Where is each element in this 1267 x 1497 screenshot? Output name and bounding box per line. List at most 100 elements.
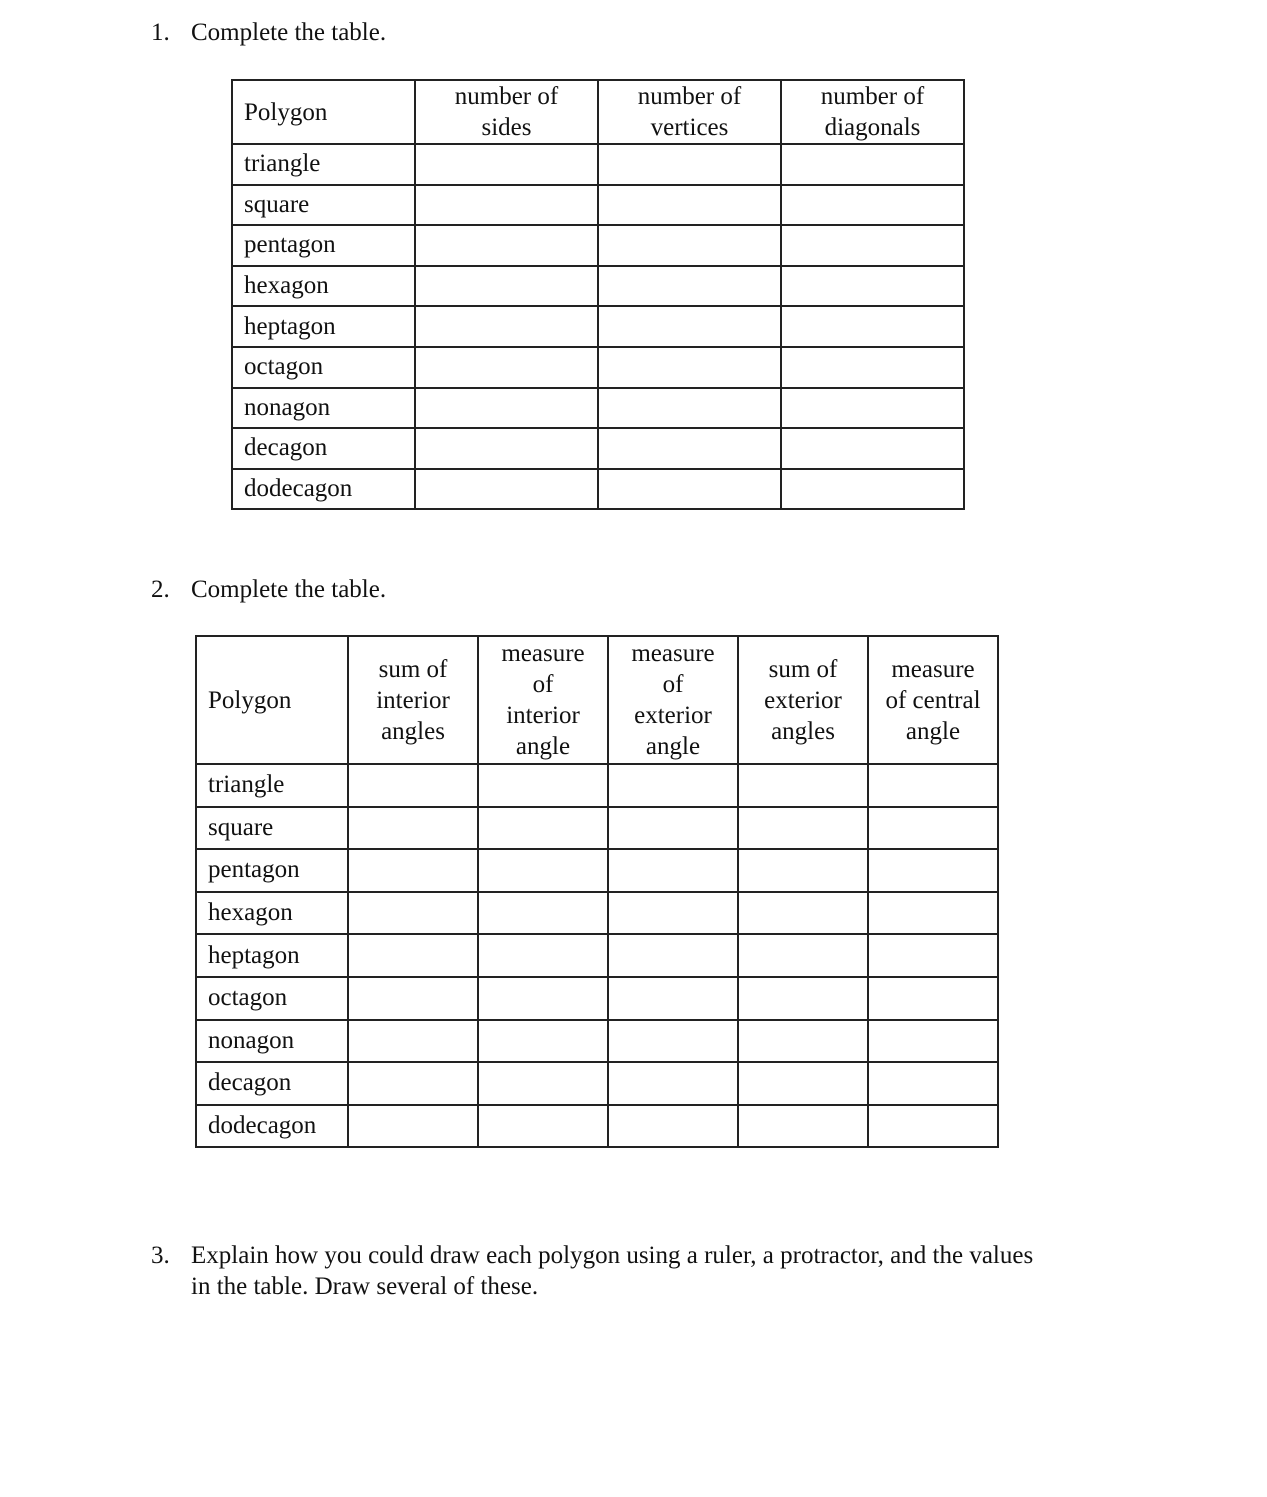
answer-cell[interactable]	[780, 386, 965, 430]
answer-cell[interactable]	[737, 763, 869, 808]
table-row: octagon	[231, 345, 965, 389]
answer-cell[interactable]	[780, 305, 965, 348]
answer-cell[interactable]	[347, 890, 479, 936]
answer-cell[interactable]	[414, 427, 599, 470]
header-line: number of	[637, 83, 742, 110]
table-row: octagon	[195, 975, 999, 1021]
answer-cell[interactable]	[347, 933, 479, 978]
answer-cell[interactable]	[737, 1103, 869, 1149]
answer-cell[interactable]	[867, 1061, 999, 1106]
answer-cell[interactable]	[414, 264, 599, 308]
header-row: Polygon number of sides number of vertices nu…	[231, 79, 965, 145]
header-line: of central	[885, 686, 981, 714]
answer-cell[interactable]	[347, 763, 479, 808]
answer-cell[interactable]	[867, 805, 999, 851]
answer-cell[interactable]	[414, 224, 599, 267]
table-row: dodecagon	[195, 1103, 999, 1149]
answer-cell[interactable]	[477, 890, 609, 936]
answer-cell[interactable]	[737, 1061, 869, 1106]
table-row: pentagon	[231, 224, 965, 267]
column-header: number of sides	[414, 79, 599, 145]
answer-cell[interactable]	[597, 305, 782, 348]
column-header: measure of central angle	[867, 635, 999, 765]
polygon-name: decagon	[195, 1061, 349, 1106]
answer-cell[interactable]	[607, 975, 739, 1021]
answer-cell[interactable]	[414, 386, 599, 430]
answer-cell[interactable]	[347, 975, 479, 1021]
answer-cell[interactable]	[867, 975, 999, 1021]
answer-cell[interactable]	[477, 763, 609, 808]
answer-cell[interactable]	[737, 805, 869, 851]
column-header: sum of interior angles	[347, 635, 479, 765]
answer-cell[interactable]	[737, 975, 869, 1021]
answer-cell[interactable]	[607, 890, 739, 936]
answer-cell[interactable]	[414, 467, 599, 511]
table-row: pentagon	[195, 848, 999, 893]
answer-cell[interactable]	[414, 183, 599, 227]
header-line: measure	[501, 640, 585, 667]
answer-cell[interactable]	[597, 183, 782, 227]
answer-cell[interactable]	[607, 1018, 739, 1064]
answer-cell[interactable]	[347, 1061, 479, 1106]
answer-cell[interactable]	[780, 264, 965, 308]
answer-cell[interactable]	[597, 143, 782, 186]
polygon-name: hexagon	[195, 890, 349, 936]
answer-cell[interactable]	[597, 427, 782, 470]
polygon-name: square	[195, 805, 349, 851]
header-line: of	[662, 671, 684, 698]
answer-cell[interactable]	[477, 933, 609, 978]
answer-cell[interactable]	[477, 1061, 609, 1106]
answer-cell[interactable]	[737, 933, 869, 978]
answer-cell[interactable]	[867, 933, 999, 978]
answer-cell[interactable]	[737, 848, 869, 893]
polygon-name: hexagon	[231, 264, 416, 308]
answer-cell[interactable]	[607, 848, 739, 893]
answer-cell[interactable]	[597, 224, 782, 267]
answer-cell[interactable]	[347, 1018, 479, 1064]
answer-cell[interactable]	[477, 1103, 609, 1149]
answer-cell[interactable]	[347, 1103, 479, 1149]
answer-cell[interactable]	[780, 427, 965, 470]
header-polygon: Polygon	[231, 79, 416, 145]
polygon-angles-table: Polygon sum of interior angles measure of inte…	[195, 635, 999, 1149]
polygon-name: square	[231, 183, 416, 227]
polygon-name: nonagon	[195, 1018, 349, 1064]
answer-cell[interactable]	[477, 1018, 609, 1064]
answer-cell[interactable]	[597, 345, 782, 389]
answer-cell[interactable]	[607, 763, 739, 808]
answer-cell[interactable]	[780, 345, 965, 389]
answer-cell[interactable]	[867, 763, 999, 808]
answer-cell[interactable]	[414, 305, 599, 348]
answer-cell[interactable]	[477, 805, 609, 851]
answer-cell[interactable]	[597, 264, 782, 308]
answer-cell[interactable]	[607, 805, 739, 851]
answer-cell[interactable]	[867, 848, 999, 893]
answer-cell[interactable]	[607, 933, 739, 978]
answer-cell[interactable]	[414, 143, 599, 186]
header-line: sum of	[378, 655, 448, 683]
answer-cell[interactable]	[780, 143, 965, 186]
answer-cell[interactable]	[597, 386, 782, 430]
answer-cell[interactable]	[607, 1061, 739, 1106]
answer-cell[interactable]	[414, 345, 599, 389]
answer-cell[interactable]	[347, 805, 479, 851]
answer-cell[interactable]	[597, 467, 782, 511]
polygon-name: heptagon	[231, 305, 416, 348]
question-number: 1.	[151, 19, 170, 46]
answer-cell[interactable]	[780, 224, 965, 267]
answer-cell[interactable]	[867, 890, 999, 936]
answer-cell[interactable]	[867, 1018, 999, 1064]
table-row: heptagon	[195, 933, 999, 978]
header-line: number of	[820, 83, 925, 110]
answer-cell[interactable]	[737, 1018, 869, 1064]
answer-cell[interactable]	[737, 890, 869, 936]
answer-cell[interactable]	[347, 848, 479, 893]
column-header: number of vertices	[597, 79, 782, 145]
answer-cell[interactable]	[477, 848, 609, 893]
answer-cell[interactable]	[867, 1103, 999, 1149]
answer-cell[interactable]	[780, 183, 965, 227]
answer-cell[interactable]	[607, 1103, 739, 1149]
answer-cell[interactable]	[477, 975, 609, 1021]
answer-cell[interactable]	[780, 467, 965, 511]
table-row: decagon	[195, 1061, 999, 1106]
